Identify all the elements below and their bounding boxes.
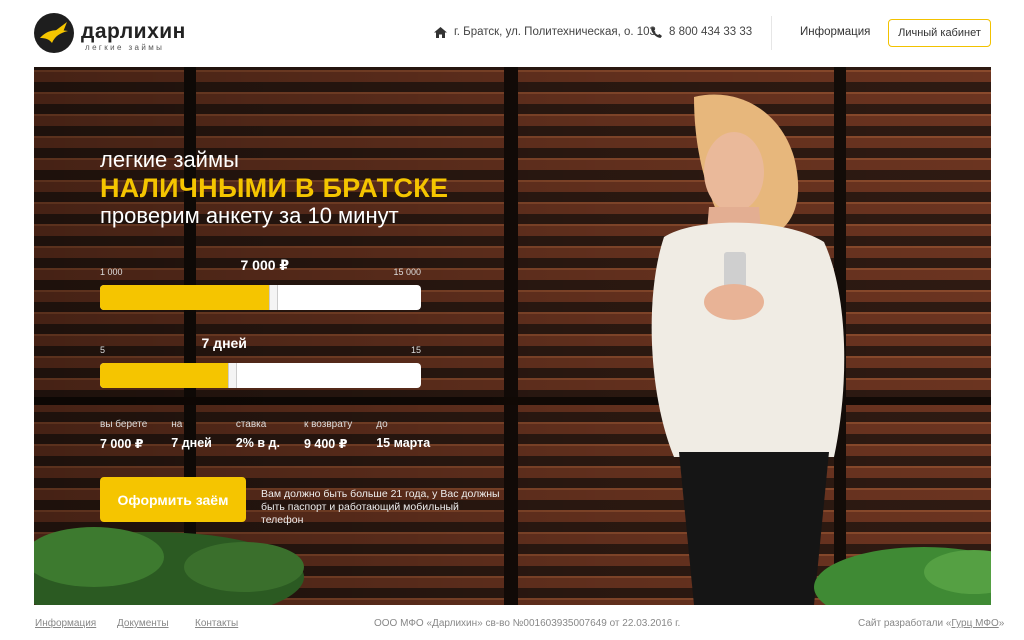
- phone[interactable]: 8 800 434 33 33: [651, 26, 752, 38]
- summary-item: до 15 марта: [376, 419, 430, 451]
- developer-credit: Сайт разработали «Гурц МФО»: [858, 618, 1004, 629]
- summary-label: к возврату: [303, 419, 353, 430]
- logo[interactable]: дарлихин легкие займы: [33, 12, 193, 54]
- requirements-note: Вам должно быть больше 21 года, у Вас до…: [261, 488, 500, 526]
- term-slider-handle[interactable]: [228, 363, 237, 388]
- amount-slider-fill: [100, 285, 273, 310]
- personal-cabinet-button[interactable]: Личный кабинет: [888, 19, 991, 47]
- summary-value: 9 400 ₽: [303, 437, 348, 451]
- phone-number: 8 800 434 33 33: [669, 26, 753, 38]
- header-divider: [771, 16, 772, 50]
- bird-logo-icon: [34, 13, 74, 53]
- hero-line-2: НАЛИЧНЫМИ В БРАТСКЕ: [100, 173, 449, 203]
- footer: Информация Документы Контакты ООО МФО «Д…: [0, 612, 1024, 640]
- footer-contacts-link[interactable]: Контакты: [195, 618, 238, 629]
- hero-banner: легкие займы НАЛИЧНЫМИ В БРАТСКЕ провери…: [34, 67, 991, 605]
- logo-name: дарлихин: [81, 20, 186, 43]
- summary-item: на 7 дней: [171, 419, 212, 451]
- summary-item: к возврату 9 400 ₽: [304, 419, 352, 451]
- logo-tagline: легкие займы: [85, 43, 165, 52]
- term-slider-track[interactable]: [100, 363, 421, 388]
- summary-label: на: [171, 419, 183, 430]
- address: г. Братск, ул. Политехническая, о. 103: [434, 26, 656, 38]
- summary-label: до: [376, 419, 388, 430]
- home-icon: [434, 26, 447, 38]
- term-min-label: 5: [100, 345, 106, 355]
- hero-heading: легкие займы НАЛИЧНЫМИ В БРАТСКЕ провери…: [100, 147, 448, 229]
- summary-value: 7 дней: [171, 436, 212, 450]
- copyright: ООО МФО «Дарлихин» св-во №00160393500764…: [374, 618, 681, 629]
- footer-info-link[interactable]: Информация: [35, 618, 96, 629]
- summary-label: ставка: [235, 419, 267, 430]
- term-slider-fill: [100, 363, 232, 388]
- summary-item: ставка 2% в д.: [236, 419, 280, 451]
- developer-suffix: »: [998, 618, 1005, 629]
- apply-loan-button[interactable]: Оформить заём: [100, 477, 246, 522]
- footer-documents-link[interactable]: Документы: [117, 618, 169, 629]
- amount-max-label: 15 000: [393, 267, 421, 277]
- summary-label: вы берете: [100, 419, 148, 430]
- developer-prefix: Сайт разработали «: [858, 618, 952, 629]
- summary-item: вы берете 7 000 ₽: [100, 419, 147, 451]
- amount-min-label: 1 000: [100, 267, 123, 277]
- address-text: г. Братск, ул. Политехническая, о. 103: [454, 26, 656, 38]
- header: дарлихин легкие займы г. Братск, ул. Пол…: [0, 0, 1024, 66]
- amount-slider-handle[interactable]: [269, 285, 278, 310]
- amount-value: 7 000 ₽: [240, 257, 290, 273]
- summary-value: 15 марта: [376, 436, 431, 450]
- term-value: 7 дней: [201, 335, 247, 351]
- developer-link[interactable]: Гурц МФО: [951, 618, 998, 629]
- term-max-label: 15: [410, 345, 421, 355]
- phone-icon: [651, 26, 662, 38]
- amount-slider-track[interactable]: [100, 285, 421, 310]
- summary-value: 7 000 ₽: [100, 437, 144, 451]
- info-link[interactable]: Информация: [800, 26, 870, 38]
- hero-line-3: проверим анкету за 10 минут: [100, 203, 399, 228]
- loan-summary: вы берете 7 000 ₽ на 7 дней ставка 2% в …: [100, 419, 454, 451]
- hero-line-1: легкие займы: [100, 147, 239, 172]
- summary-value: 2% в д.: [235, 436, 280, 450]
